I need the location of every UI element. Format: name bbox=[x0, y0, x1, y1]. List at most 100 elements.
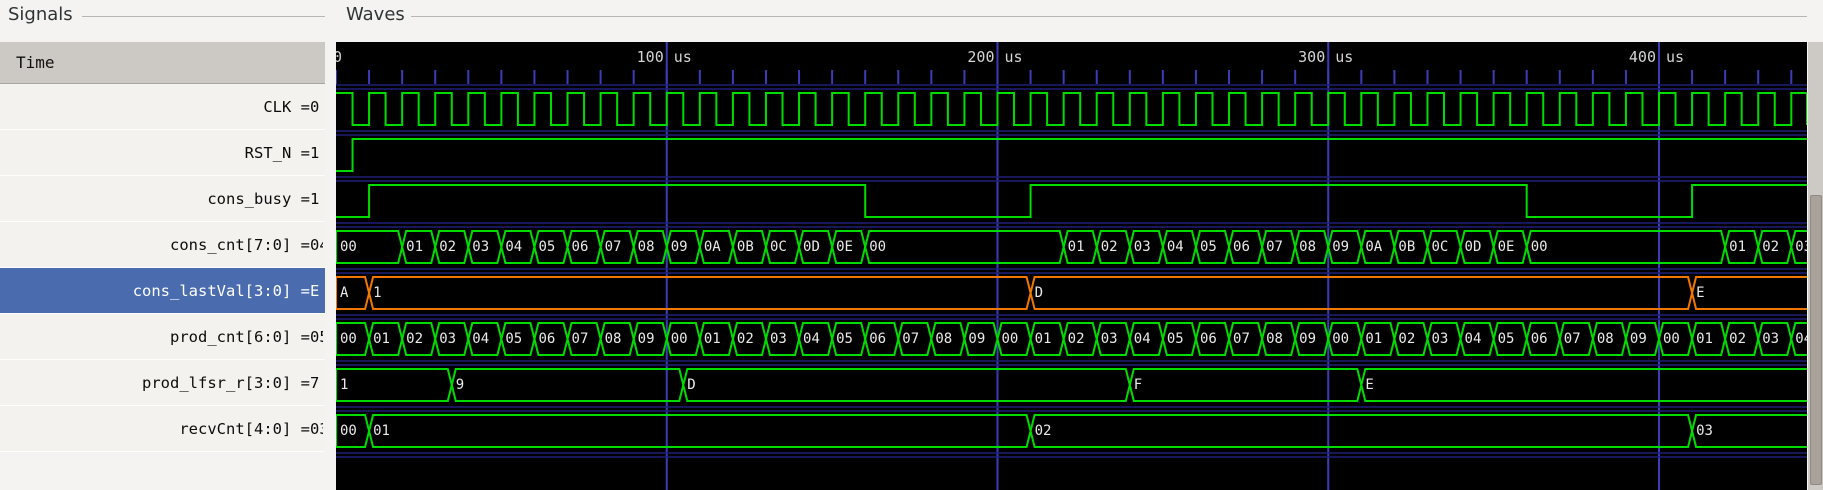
signal-row-cons_busy[interactable]: cons_busy = 1 bbox=[0, 176, 325, 222]
bus-value-label: 01 bbox=[1034, 331, 1052, 347]
bus-value-label: 08 bbox=[604, 331, 622, 347]
time-column-header: Time bbox=[0, 42, 325, 84]
signal-name-label: recvCnt[4:0] = bbox=[179, 419, 310, 438]
ruler-label-100: 100 bbox=[637, 48, 664, 66]
bus-value-label: 02 bbox=[439, 239, 457, 255]
signal-row-prod_lfsr_r30[interactable]: prod_lfsr_r[3:0] = 7 bbox=[0, 360, 325, 406]
bus-value-label: D bbox=[1034, 285, 1043, 301]
ruler-label-300: 300 bbox=[1298, 48, 1325, 66]
bus-value-label: 00 bbox=[670, 331, 688, 347]
signal-value-label: 04 bbox=[310, 235, 323, 254]
bus-value-label: 0B bbox=[736, 239, 754, 255]
bus-value-label: 01 bbox=[1696, 331, 1713, 347]
bus-value-label: 1 bbox=[340, 377, 349, 393]
bus-value-label: 00 bbox=[1332, 331, 1350, 347]
bus-value-label: 0E bbox=[836, 239, 853, 255]
ruler-unit-label: us bbox=[1335, 48, 1353, 66]
bus-value-label: 06 bbox=[1233, 239, 1250, 255]
bus-value-label: 09 bbox=[968, 331, 986, 347]
bus-value-label: A bbox=[340, 285, 349, 301]
bus-value-label: 05 bbox=[1166, 331, 1184, 347]
bus-value-label: 05 bbox=[836, 331, 853, 347]
ruler-label-0: 0 bbox=[336, 48, 342, 66]
bus-value-label: 03 bbox=[1100, 331, 1118, 347]
bus-value-label: 02 bbox=[1729, 331, 1746, 347]
signal-name-label: cons_cnt[7:0] = bbox=[170, 235, 310, 254]
bus-value-label: 06 bbox=[571, 239, 589, 255]
bus-value-label: 02 bbox=[1067, 331, 1085, 347]
bus-value-label: 02 bbox=[1034, 423, 1052, 439]
bus-value-label: 02 bbox=[1100, 239, 1118, 255]
bus-value-label: 06 bbox=[1530, 331, 1548, 347]
signal-name-label: prod_cnt[6:0] = bbox=[170, 327, 310, 346]
signal-name-label: cons_busy = bbox=[207, 189, 310, 208]
wave-row-rst_n bbox=[336, 138, 1807, 172]
bus-value-label: 00 bbox=[340, 331, 357, 347]
bus-value-label: 09 bbox=[1299, 331, 1317, 347]
bus-value-label: 06 bbox=[869, 331, 887, 347]
bus-value-label: 0C bbox=[1431, 239, 1449, 255]
bus-value-label: 05 bbox=[1497, 331, 1515, 347]
signal-value-label: E bbox=[310, 281, 320, 300]
bus-value-label: 00 bbox=[1530, 239, 1548, 255]
signal-value-label: 7 bbox=[310, 373, 320, 392]
ruler-unit-label: us bbox=[674, 48, 692, 66]
signal-row-rst_n[interactable]: RST_N = 1 bbox=[0, 130, 325, 176]
bus-value-label: 08 bbox=[1266, 331, 1283, 347]
signal-value-label: 05 bbox=[310, 327, 323, 346]
bus-value-label: 0C bbox=[769, 239, 787, 255]
bus-value-label: 09 bbox=[637, 331, 655, 347]
bus-value-label: 04 bbox=[1464, 331, 1482, 347]
bus-value-label: 08 bbox=[1596, 331, 1614, 347]
signal-value-label: 1 bbox=[310, 189, 320, 208]
signals-panel: Signals Time CLK = 0 RST_N = 1 cons_busy = 1 c… bbox=[0, 0, 336, 490]
signals-frame-border bbox=[82, 16, 325, 17]
bus-value-label: 05 bbox=[1199, 239, 1217, 255]
bus-value-label: 02 bbox=[736, 331, 754, 347]
ruler-label-400: 400 bbox=[1629, 48, 1656, 66]
bus-value-label: 02 bbox=[406, 331, 423, 347]
ruler-label-200: 200 bbox=[967, 48, 994, 66]
waves-frame-title: Waves bbox=[346, 4, 405, 25]
bus-value-label: 08 bbox=[935, 331, 953, 347]
signal-row-prod_cnt60[interactable]: prod_cnt[6:0] =05 bbox=[0, 314, 325, 360]
signal-name-label: RST_N = bbox=[244, 143, 310, 162]
bus-value-label: 0A bbox=[1365, 239, 1383, 255]
bus-value-label: 01 bbox=[373, 331, 390, 347]
bus-value-label: 0D bbox=[1464, 239, 1482, 255]
bus-value-label: 01 bbox=[703, 331, 721, 347]
bus-value-label: 02 bbox=[1398, 331, 1416, 347]
bus-value-label: 03 bbox=[1133, 239, 1151, 255]
bus-value-label: 00 bbox=[340, 423, 357, 439]
signal-row-recvcnt40[interactable]: recvCnt[4:0] =03 bbox=[0, 406, 325, 452]
waves-frame-border bbox=[411, 16, 1807, 17]
bus-value-label: 06 bbox=[538, 331, 556, 347]
signal-name-label: prod_lfsr_r[3:0] = bbox=[142, 373, 310, 392]
bus-value-label: 04 bbox=[1133, 331, 1151, 347]
signal-row-clk[interactable]: CLK = 0 bbox=[0, 84, 325, 130]
bus-value-label: 03 bbox=[1762, 331, 1780, 347]
signal-row-cons_cnt70[interactable]: cons_cnt[7:0] =04 bbox=[0, 222, 325, 268]
bus-value-label: D bbox=[687, 377, 696, 393]
signal-row-cons_lastval30[interactable]: cons_lastVal[3:0] = E bbox=[0, 268, 325, 314]
signal-value-label: 0 bbox=[310, 97, 320, 116]
signal-name-list: CLK = 0 RST_N = 1 cons_busy = 1 cons_cnt[7:0] … bbox=[0, 84, 325, 452]
bus-value-label: 9 bbox=[455, 377, 465, 393]
bus-value-label: 05 bbox=[538, 239, 556, 255]
signal-name-label: CLK = bbox=[263, 97, 310, 116]
bus-value-label: 03 bbox=[472, 239, 490, 255]
wave-row-clk bbox=[336, 92, 1807, 126]
vertical-scrollbar[interactable] bbox=[1807, 42, 1823, 490]
bus-value-label: 01 bbox=[406, 239, 423, 255]
signals-frame-title: Signals bbox=[8, 4, 73, 25]
bus-value-label: 09 bbox=[1629, 331, 1647, 347]
bus-value-label: 09 bbox=[1332, 239, 1350, 255]
signal-value-label: 1 bbox=[310, 143, 320, 162]
bus-value-label: 05 bbox=[505, 331, 523, 347]
bus-value-label: 04 bbox=[1795, 331, 1807, 347]
vertical-scrollbar-handle[interactable] bbox=[1810, 195, 1822, 485]
bus-value-label: 00 bbox=[1001, 331, 1019, 347]
wave-row-cons_busy bbox=[336, 184, 1807, 218]
bus-value-label: 07 bbox=[571, 331, 589, 347]
waves-panel[interactable]: Waves 0 100 us 200 us 300 us 400 us 00 01 02 03 04 05… bbox=[336, 0, 1807, 490]
